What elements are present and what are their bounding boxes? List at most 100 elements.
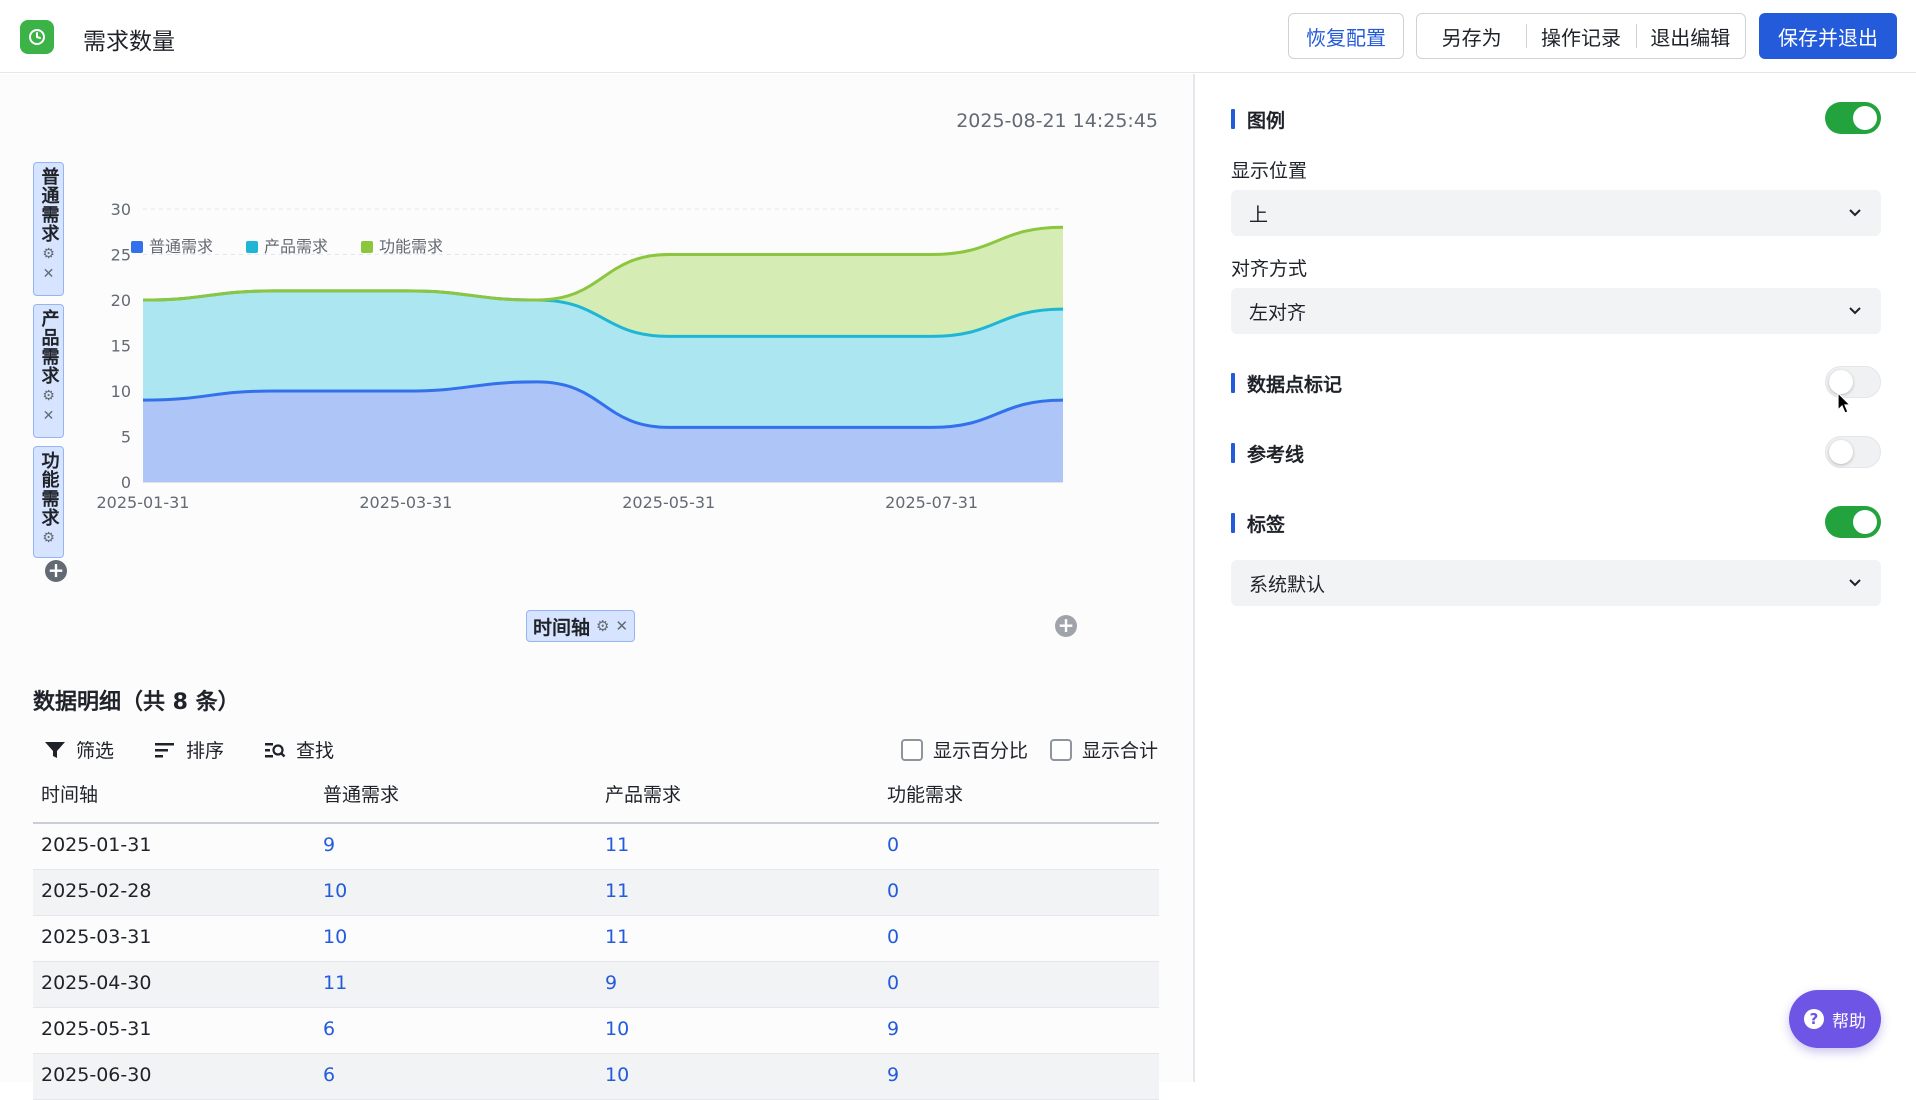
- date-cell: 2025-05-31: [41, 1018, 152, 1040]
- column-header[interactable]: 功能需求: [887, 780, 963, 807]
- toggle-knob: [1853, 510, 1877, 534]
- value-cell[interactable]: 11: [323, 972, 347, 994]
- restore-config-button[interactable]: 恢复配置: [1288, 13, 1404, 59]
- value-cell[interactable]: 9: [887, 1018, 899, 1040]
- chevron-down-icon: [1849, 307, 1861, 315]
- table-options: 显示百分比 显示合计: [900, 736, 1158, 763]
- value-cell[interactable]: 0: [887, 880, 899, 902]
- find-button[interactable]: 查找: [264, 736, 334, 763]
- find-label: 查找: [296, 740, 335, 762]
- y-field-label: 普通需求: [38, 167, 60, 243]
- date-cell: 2025-06-30: [41, 1064, 152, 1086]
- value-cell[interactable]: 0: [887, 972, 899, 994]
- x-tick-label: 2025-05-31: [622, 493, 715, 512]
- date-cell: 2025-04-30: [41, 972, 152, 994]
- value-cell[interactable]: 6: [323, 1064, 335, 1086]
- table-row[interactable]: 2025-02-28 10 11 0: [33, 870, 1159, 916]
- value-cell[interactable]: 9: [887, 1064, 899, 1086]
- gear-icon[interactable]: ⚙: [596, 617, 609, 635]
- checkbox-box[interactable]: [1049, 738, 1072, 761]
- y-field-tag-product[interactable]: 产品需求 ⚙ ✕: [33, 304, 64, 438]
- checkbox-box[interactable]: [900, 738, 923, 761]
- find-icon: [265, 742, 286, 757]
- legend-label: 普通需求: [149, 237, 213, 256]
- table-row[interactable]: 2025-05-31 6 10 9: [33, 1008, 1159, 1054]
- y-tick-label: 25: [111, 246, 131, 265]
- value-cell[interactable]: 10: [605, 1064, 629, 1086]
- x-field-label: 时间轴: [533, 616, 591, 639]
- table-toolbar: 筛选 排序 查找: [44, 736, 334, 763]
- align-select[interactable]: 左对齐: [1231, 288, 1881, 334]
- table-row[interactable]: 2025-03-31 10 11 0: [33, 916, 1159, 962]
- column-header[interactable]: 产品需求: [605, 780, 681, 807]
- show-percent-checkbox[interactable]: 显示百分比: [900, 736, 1028, 763]
- y-field-tag-feature[interactable]: 功能需求 ⚙: [33, 446, 64, 558]
- close-icon[interactable]: ✕: [43, 407, 55, 425]
- show-percent-label: 显示百分比: [932, 740, 1028, 762]
- gear-icon[interactable]: ⚙: [42, 529, 55, 547]
- y-tick-label: 10: [111, 382, 131, 401]
- value-cell[interactable]: 10: [323, 880, 347, 902]
- label-style-select[interactable]: 系统默认: [1231, 560, 1881, 606]
- y-tick-label: 0: [121, 473, 131, 492]
- table-row[interactable]: 2025-01-31 9 11 0: [33, 824, 1159, 870]
- marker-toggle[interactable]: [1825, 366, 1881, 398]
- legend-section-title: 图例: [1231, 106, 1285, 133]
- legend-swatch: [361, 241, 373, 253]
- save-as-button[interactable]: 另存为: [1417, 22, 1526, 51]
- label-toggle[interactable]: [1825, 506, 1881, 538]
- table-row[interactable]: 2025-06-30 6 10 9: [33, 1054, 1159, 1100]
- refline-toggle[interactable]: [1825, 436, 1881, 468]
- filter-button[interactable]: 筛选: [44, 736, 114, 763]
- mouse-cursor-icon: [1837, 392, 1852, 414]
- legend-toggle[interactable]: [1825, 102, 1881, 134]
- help-button[interactable]: ? 帮助: [1789, 990, 1881, 1048]
- add-y-field-icon[interactable]: +: [45, 560, 67, 582]
- value-cell[interactable]: 11: [605, 834, 629, 856]
- help-label: 帮助: [1832, 1011, 1866, 1032]
- show-total-checkbox[interactable]: 显示合计: [1049, 736, 1158, 763]
- history-button[interactable]: 操作记录: [1526, 22, 1635, 51]
- align-value: 左对齐: [1249, 301, 1307, 324]
- value-cell[interactable]: 10: [323, 926, 347, 948]
- value-cell[interactable]: 0: [887, 926, 899, 948]
- table-header: 时间轴 普通需求 产品需求 功能需求: [33, 780, 1159, 824]
- legend-label: 功能需求: [379, 237, 443, 256]
- label-section-title: 标签: [1231, 510, 1285, 537]
- x-tick-label: 2025-07-31: [885, 493, 978, 512]
- stacked-area-chart: 0 5 10 15 20 25 30 2025-01-31 2025-03-31 2025-05-…: [97, 200, 1064, 512]
- sort-icon: [155, 742, 175, 757]
- page-title: 需求数量: [83, 29, 175, 55]
- legend-swatch: [131, 241, 143, 253]
- column-header[interactable]: 普通需求: [323, 780, 399, 807]
- position-select[interactable]: 上: [1231, 190, 1881, 236]
- filter-label: 筛选: [76, 740, 115, 762]
- value-cell[interactable]: 10: [605, 1018, 629, 1040]
- x-tick-label: 2025-01-31: [97, 493, 190, 512]
- filter-icon: [45, 741, 65, 758]
- exit-edit-button[interactable]: 退出编辑: [1635, 22, 1745, 51]
- legend-swatch: [246, 241, 258, 253]
- table-row[interactable]: 2025-04-30 11 9 0: [33, 962, 1159, 1008]
- help-icon: ?: [1804, 1009, 1824, 1029]
- value-cell[interactable]: 9: [323, 834, 335, 856]
- toggle-knob: [1829, 440, 1853, 464]
- x-field-tag[interactable]: 时间轴 ⚙ ✕: [526, 610, 636, 642]
- y-tick-label: 5: [121, 428, 131, 447]
- value-cell[interactable]: 11: [605, 880, 629, 902]
- close-icon[interactable]: ✕: [43, 265, 55, 283]
- sort-button[interactable]: 排序: [154, 736, 224, 763]
- gear-icon[interactable]: ⚙: [42, 387, 55, 405]
- column-header[interactable]: 时间轴: [41, 780, 98, 807]
- timestamp: 2025-08-21 14:25:45: [956, 110, 1158, 132]
- save-and-exit-button[interactable]: 保存并退出: [1759, 13, 1897, 59]
- value-cell[interactable]: 6: [323, 1018, 335, 1040]
- close-icon[interactable]: ✕: [615, 617, 628, 635]
- y-field-tag-general[interactable]: 普通需求 ⚙ ✕: [33, 162, 64, 296]
- detail-title: 数据明细（共 8 条）: [33, 690, 240, 715]
- gear-icon[interactable]: ⚙: [42, 245, 55, 263]
- add-x-field-icon[interactable]: +: [1055, 615, 1077, 637]
- value-cell[interactable]: 11: [605, 926, 629, 948]
- value-cell[interactable]: 0: [887, 834, 899, 856]
- value-cell[interactable]: 9: [605, 972, 617, 994]
